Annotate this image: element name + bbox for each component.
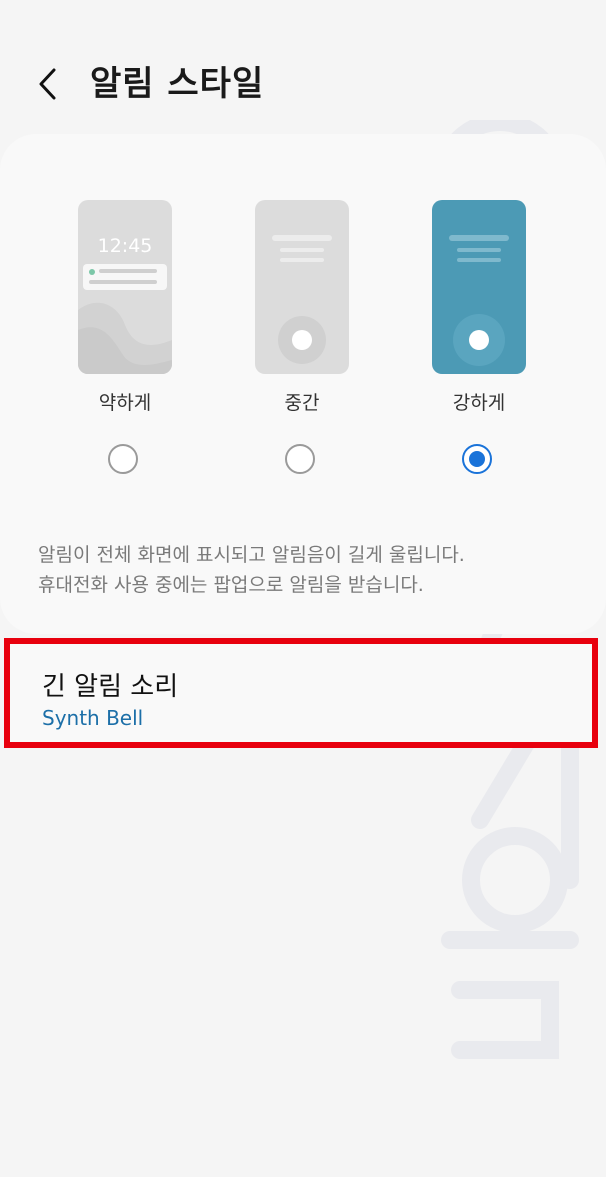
style-option-label: 약하게 <box>98 392 152 414</box>
radio-weak[interactable] <box>108 444 138 474</box>
preview-clock: 12:45 <box>98 235 153 257</box>
long-alert-sound-setting[interactable]: 긴 알림 소리 Synth Bell <box>4 638 598 748</box>
chevron-left-icon <box>39 68 56 100</box>
description-line: 휴대전화 사용 중에는 팝업으로 알림을 받습니다. <box>38 574 424 596</box>
style-option-weak[interactable]: 12:45 약하게 <box>40 200 210 490</box>
radio-strong[interactable] <box>462 444 492 474</box>
style-option-label: 강하게 <box>452 392 506 414</box>
strong-preview-image <box>432 200 526 374</box>
medium-preview-image <box>255 200 349 374</box>
alert-style-card: 12:45 약하게 중간 강하게 알림이 전체 화면에 표시되고 알림음이 길게… <box>0 134 606 634</box>
weak-preview-image: 12:45 <box>78 200 172 374</box>
style-description: 알림이 전체 화면에 표시되고 알림음이 길게 울립니다. 휴대전화 사용 중에… <box>38 540 578 600</box>
radio-medium[interactable] <box>285 444 315 474</box>
medium-illustration <box>272 235 332 364</box>
long-alert-sound-value: Synth Bell <box>42 706 144 730</box>
page-title: 알림 스타일 <box>90 64 265 104</box>
description-line: 알림이 전체 화면에 표시되고 알림음이 길게 울립니다. <box>38 544 465 566</box>
style-option-label: 중간 <box>284 392 320 414</box>
alert-style-options: 12:45 약하게 중간 강하게 <box>0 200 606 500</box>
style-option-strong[interactable]: 강하게 <box>394 200 564 490</box>
lockscreen-illustration: 12:45 <box>78 235 172 374</box>
strong-illustration <box>449 235 509 366</box>
style-option-medium[interactable]: 중간 <box>217 200 387 490</box>
long-alert-sound-title: 긴 알림 소리 <box>42 672 179 702</box>
back-button[interactable] <box>28 62 72 106</box>
